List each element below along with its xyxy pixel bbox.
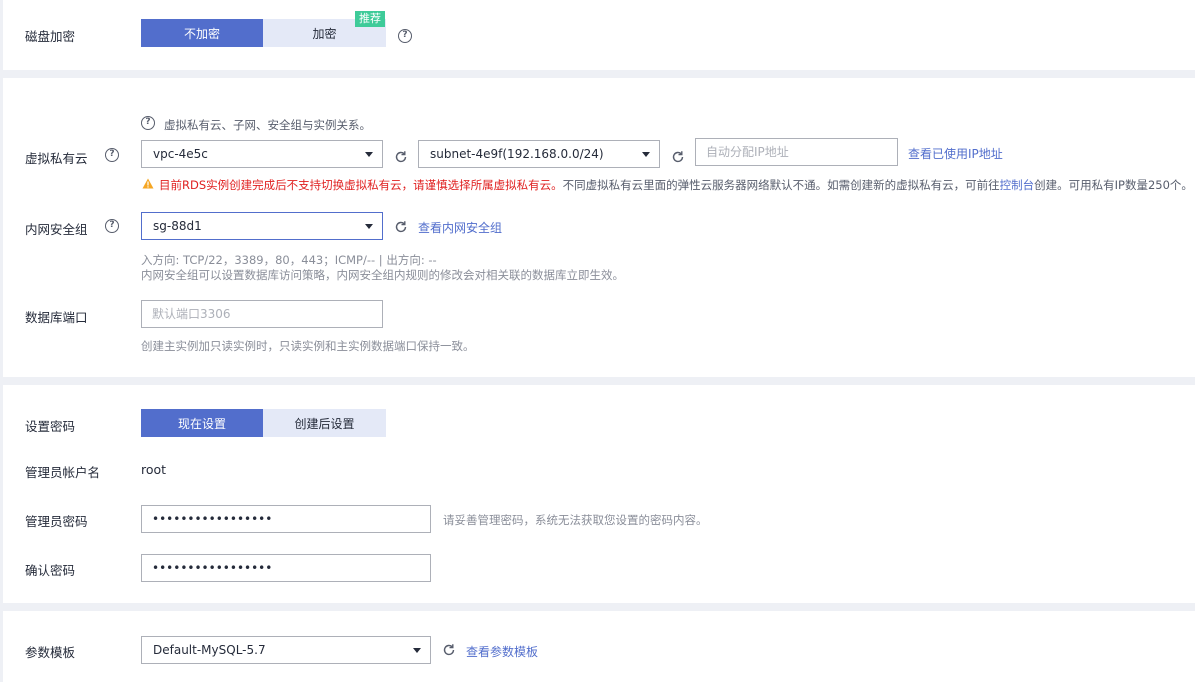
ip-address-input[interactable] [695, 138, 898, 166]
password-panel: 设置密码 现在设置 创建后设置 管理员帐户名 root 管理员密码 ••••••… [3, 385, 1195, 603]
admin-account-label: 管理员帐户名 [25, 465, 101, 480]
refresh-icon[interactable] [394, 150, 408, 164]
warning-icon [142, 178, 154, 189]
vpc-warning-red: 目前RDS实例创建完成后不支持切换虚拟私有云，请谨慎选择所属虚拟私有云。 [159, 178, 563, 192]
db-port-hint: 创建主实例加只读实例时，只读实例和主实例数据端口保持一致。 [141, 339, 475, 353]
chevron-down-icon [365, 152, 373, 157]
console-link[interactable]: 控制台 [1000, 178, 1035, 192]
subnet-select-value: subnet-4e9f(192.168.0.0/24) [430, 147, 604, 161]
view-security-group-link[interactable]: 查看内网安全组 [418, 219, 502, 236]
help-icon[interactable]: ? [398, 29, 412, 43]
vpc-warning-text-2: 创建。可用私有IP数量250个。 [1034, 178, 1193, 192]
security-group-label: 内网安全组 [25, 222, 88, 237]
param-template-value: Default-MySQL-5.7 [153, 643, 266, 657]
recommend-badge: 推荐 [355, 11, 385, 27]
set-password-label: 设置密码 [25, 419, 76, 434]
param-template-label: 参数模板 [25, 645, 76, 660]
vpc-warning: 目前RDS实例创建完成后不支持切换虚拟私有云，请谨慎选择所属虚拟私有云。不同虚拟… [159, 177, 1193, 193]
disk-encryption-panel: 磁盘加密 不加密 加密 推荐 ? [3, 0, 1195, 70]
admin-password-input[interactable]: ••••••••••••••••• [141, 505, 431, 533]
admin-password-hint: 请妥善管理密码，系统无法获取您设置的密码内容。 [443, 513, 708, 527]
subnet-select[interactable]: subnet-4e9f(192.168.0.0/24) [418, 140, 660, 168]
security-group-select[interactable]: sg-88d1 [141, 212, 383, 240]
refresh-icon[interactable] [394, 220, 408, 234]
help-icon[interactable]: ? [141, 116, 155, 130]
view-param-template-link[interactable]: 查看参数模板 [466, 643, 538, 660]
param-template-select[interactable]: Default-MySQL-5.7 [141, 636, 431, 664]
admin-password-label: 管理员密码 [25, 514, 88, 529]
vpc-select[interactable]: vpc-4e5c [141, 140, 383, 168]
security-group-description: 内网安全组可以设置数据库访问策略，内网安全组内规则的修改会对相关联的数据库立即生… [141, 268, 624, 282]
network-panel: ? 虚拟私有云、子网、安全组与实例关系。 虚拟私有云 ? vpc-4e5c su… [3, 78, 1195, 377]
confirm-password-value: ••••••••••••••••• [152, 561, 273, 575]
view-used-ip-link[interactable]: 查看已使用IP地址 [908, 145, 1003, 162]
vpc-select-value: vpc-4e5c [153, 147, 208, 161]
confirm-password-input[interactable]: ••••••••••••••••• [141, 554, 431, 582]
refresh-icon[interactable] [442, 643, 456, 657]
chevron-down-icon [642, 152, 650, 157]
refresh-icon[interactable] [671, 150, 685, 164]
help-icon[interactable]: ? [105, 148, 119, 162]
set-later-button[interactable]: 创建后设置 [263, 409, 386, 437]
set-now-button[interactable]: 现在设置 [141, 409, 263, 437]
vpc-relation-link[interactable]: 虚拟私有云、子网、安全组与实例关系。 [164, 117, 371, 133]
admin-account-value: root [141, 462, 167, 477]
db-port-input[interactable] [141, 300, 383, 328]
security-group-select-value: sg-88d1 [153, 219, 202, 233]
disk-encryption-toggle: 不加密 加密 [141, 19, 386, 47]
chevron-down-icon [365, 224, 373, 229]
confirm-password-label: 确认密码 [25, 563, 76, 578]
chevron-down-icon [413, 648, 421, 653]
vpc-warning-text: 不同虚拟私有云里面的弹性云服务器网络默认不通。如需创建新的虚拟私有云，可前往 [562, 178, 1000, 192]
set-password-toggle: 现在设置 创建后设置 [141, 409, 386, 437]
disk-encryption-label: 磁盘加密 [25, 29, 76, 44]
vpc-label: 虚拟私有云 [25, 151, 88, 166]
param-template-panel: 参数模板 Default-MySQL-5.7 查看参数模板 [3, 611, 1195, 682]
admin-password-value: ••••••••••••••••• [152, 512, 273, 526]
help-icon[interactable]: ? [105, 219, 119, 233]
security-group-rules: 入方向: TCP/22，3389，80，443；ICMP/-- | 出方向: -… [141, 253, 437, 267]
no-encrypt-button[interactable]: 不加密 [141, 19, 263, 47]
db-port-label: 数据库端口 [25, 310, 88, 325]
